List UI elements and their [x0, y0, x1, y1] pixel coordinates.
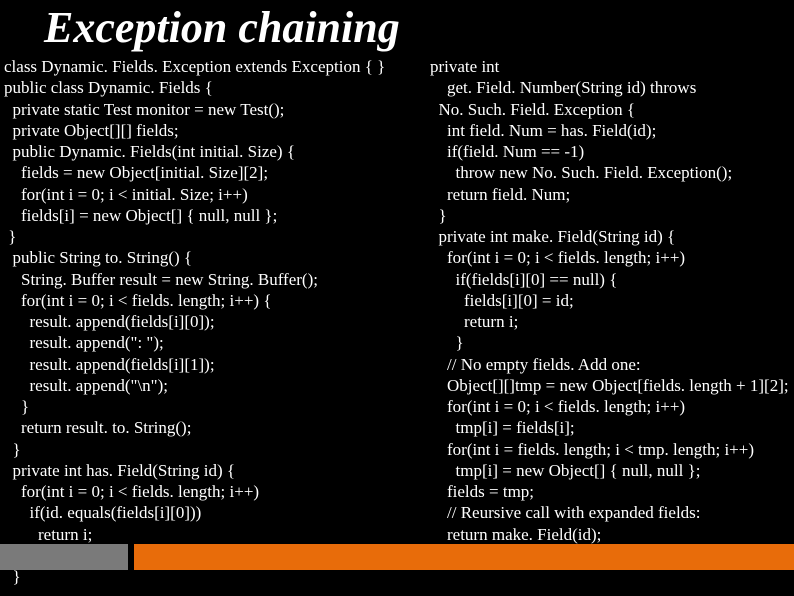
- code-column-left: class Dynamic. Fields. Exception extends…: [4, 56, 422, 587]
- slide: Exception chaining class Dynamic. Fields…: [0, 0, 794, 596]
- footer-bar-orange: [134, 544, 794, 570]
- code-area: class Dynamic. Fields. Exception extends…: [4, 56, 788, 587]
- footer-bar: [0, 544, 794, 570]
- slide-title: Exception chaining: [44, 2, 400, 53]
- footer-bar-grey: [0, 544, 128, 570]
- code-column-right: private int get. Field. Number(String id…: [430, 56, 789, 587]
